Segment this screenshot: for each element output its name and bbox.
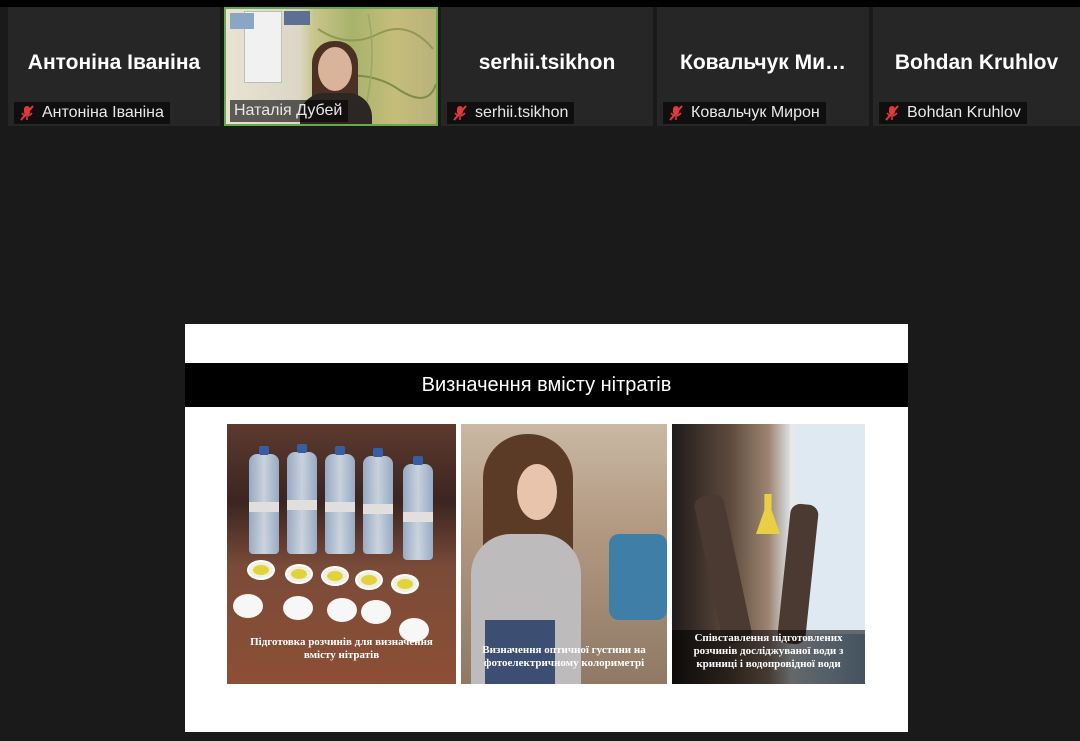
participant-name-label: Ковальчук Мирон [663,102,826,124]
participant-video-tile[interactable]: Наталія Дубей [224,7,438,126]
wall-picture [230,13,254,29]
sample-cup [247,560,275,580]
sample-cup [285,564,313,584]
participant-name-label: Антоніна Іваніна [14,102,170,124]
participant-display-name: Ковальчук Ми… [680,51,846,74]
water-bottle [363,448,393,554]
photo-caption: Підготовка розчинів для визначення вміст… [250,636,433,661]
mic-muted-icon [453,105,467,121]
colorimeter-device [609,534,667,620]
photo-caption: Співставлення підготовлених розчинів дос… [693,632,844,670]
mic-muted-icon [885,105,899,121]
photo-caption: Визначення оптичної густини на фотоелект… [482,644,646,669]
sample-cup [355,570,383,590]
participant-tile[interactable]: serhii.tsikhon serhii.tsikhon [441,7,653,126]
participant-label-text: Ковальчук Мирон [691,104,820,121]
participant-label-text: Антоніна Іваніна [42,104,164,121]
mic-muted-icon [669,105,683,121]
flask-icon [756,494,780,534]
filter-paper [327,598,357,622]
filter-paper [283,596,313,620]
slide-photo-comparison: Співставлення підготовлених розчинів дос… [672,424,865,684]
sample-cup [321,566,349,586]
mic-muted-icon [20,105,34,121]
shared-screen-slide: Визначення вмісту нітратів Підготовка ро… [185,324,908,732]
person-face [517,464,557,520]
participant-display-name: Bohdan Kruhlov [894,51,1059,74]
participant-tile[interactable]: Ковальчук Ми… Ковальчук Мирон [657,7,869,126]
water-bottle [325,446,355,554]
participant-label-text: Bohdan Kruhlov [907,104,1021,121]
person-face [318,47,352,91]
participant-name-label: Наталія Дубей [230,100,349,122]
participant-label-text: serhii.tsikhon [475,104,569,121]
sample-cup [391,574,419,594]
slide-photo-colorimeter: Визначення оптичної густини на фотоелект… [461,424,667,684]
slide-title: Визначення вмісту нітратів [185,363,908,407]
participant-name-label: serhii.tsikhon [447,102,575,124]
filter-paper [233,594,263,618]
participant-tile[interactable]: Bohdan Kruhlov Bohdan Kruhlov [873,7,1080,126]
participant-label-text: Наталія Дубей [234,102,343,119]
person-arm [692,492,754,646]
water-bottle [287,444,317,554]
participant-tile[interactable]: Антоніна Іваніна Антоніна Іваніна [8,7,220,126]
water-bottle [403,456,433,560]
participant-display-name: serhii.tsikhon [478,51,616,74]
slide-photo-solutions: Підготовка розчинів для визначення вміст… [227,424,456,684]
filter-paper [361,600,391,624]
top-strip [0,0,1080,7]
participant-name-label: Bohdan Kruhlov [879,102,1027,124]
participant-display-name: Антоніна Іваніна [27,51,201,74]
water-bottle [249,446,279,554]
wall-picture [284,11,310,25]
